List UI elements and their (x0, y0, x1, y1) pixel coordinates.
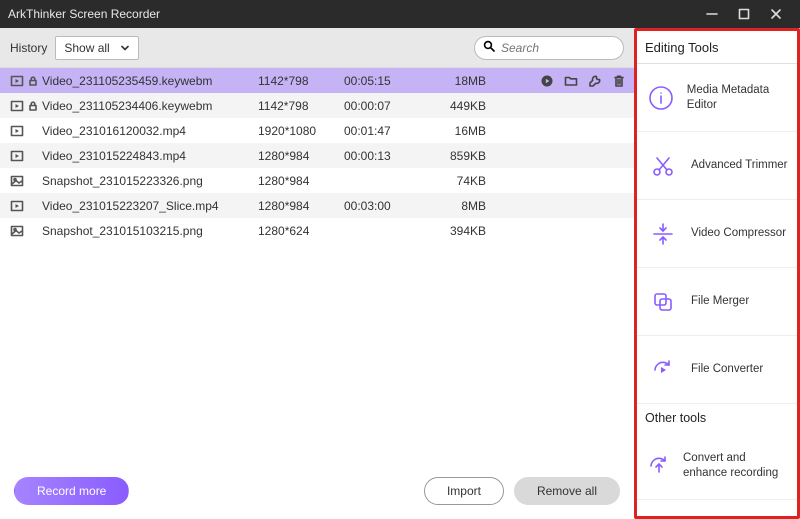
file-row[interactable]: Video_231105235459.keywebm1142*79800:05:… (0, 68, 634, 93)
lock-icon (26, 76, 40, 86)
enhance-icon (645, 448, 673, 484)
file-name: Snapshot_231015103215.png (40, 224, 258, 238)
video-icon (8, 74, 26, 88)
delete-icon[interactable] (612, 74, 626, 88)
toolbar: History Show all (0, 28, 634, 68)
file-resolution: 1280*624 (258, 224, 344, 238)
scissors-icon (645, 148, 681, 184)
video-icon (8, 99, 26, 113)
file-size: 8MB (424, 199, 496, 213)
file-row[interactable]: Video_231105234406.keywebm1142*79800:00:… (0, 93, 634, 118)
import-button[interactable]: Import (424, 477, 504, 505)
file-resolution: 1920*1080 (258, 124, 344, 138)
file-resolution: 1280*984 (258, 174, 344, 188)
file-row[interactable]: Video_231015223207_Slice.mp41280*98400:0… (0, 193, 634, 218)
tool-label: File Merger (691, 294, 749, 308)
file-duration: 00:00:07 (344, 99, 424, 113)
tool-label: Advanced Trimmer (691, 158, 788, 172)
editing-tools-header: Editing Tools (637, 31, 797, 64)
tool-info[interactable]: Media Metadata Editor (637, 64, 797, 132)
tool-label: Video Compressor (691, 226, 786, 240)
tool-merge[interactable]: File Merger (637, 268, 797, 336)
file-size: 16MB (424, 124, 496, 138)
tool-compress[interactable]: Video Compressor (637, 200, 797, 268)
file-row[interactable]: Snapshot_231015223326.png1280*984 74KB (0, 168, 634, 193)
tool-label: Convert and enhance recording (683, 451, 789, 480)
image-icon (8, 174, 26, 188)
file-list: Video_231105235459.keywebm1142*79800:05:… (0, 68, 634, 463)
video-icon (8, 199, 26, 213)
tools-sidebar: Editing Tools Media Metadata Editor Advan… (634, 28, 800, 519)
footer: Record more Import Remove all (0, 463, 634, 519)
convert-icon (645, 352, 681, 388)
file-resolution: 1142*798 (258, 99, 344, 113)
filter-value: Show all (64, 41, 109, 55)
file-row[interactable]: Video_231016120032.mp41920*108000:01:471… (0, 118, 634, 143)
compress-icon (645, 216, 681, 252)
file-resolution: 1280*984 (258, 199, 344, 213)
file-size: 859KB (424, 149, 496, 163)
file-size: 18MB (424, 74, 496, 88)
minimize-button[interactable] (696, 0, 728, 28)
file-size: 394KB (424, 224, 496, 238)
video-icon (8, 149, 26, 163)
image-icon (8, 224, 26, 238)
tool-scissors[interactable]: Advanced Trimmer (637, 132, 797, 200)
history-label: History (10, 41, 47, 55)
merge-icon (645, 284, 681, 320)
file-duration: 00:05:15 (344, 74, 424, 88)
search-input[interactable] (501, 41, 615, 55)
file-name: Video_231016120032.mp4 (40, 124, 258, 138)
file-size: 449KB (424, 99, 496, 113)
file-name: Snapshot_231015223326.png (40, 174, 258, 188)
close-button[interactable] (760, 0, 792, 28)
file-name: Video_231105235459.keywebm (40, 74, 258, 88)
search-icon (483, 39, 495, 57)
file-row[interactable]: Snapshot_231015103215.png1280*624 394KB (0, 218, 634, 243)
video-icon (8, 124, 26, 138)
info-icon (645, 80, 677, 116)
play-icon[interactable] (540, 74, 554, 88)
main-panel: History Show all Video_231105235459.keyw… (0, 28, 634, 519)
remove-all-button[interactable]: Remove all (514, 477, 620, 505)
file-size: 74KB (424, 174, 496, 188)
other-tool-enhance[interactable]: Convert and enhance recording (637, 432, 797, 500)
file-resolution: 1280*984 (258, 149, 344, 163)
search-box[interactable] (474, 36, 624, 60)
file-duration: 00:03:00 (344, 199, 424, 213)
titlebar: ArkThinker Screen Recorder (0, 0, 800, 28)
lock-icon (26, 101, 40, 111)
file-row[interactable]: Video_231015224843.mp41280*98400:00:1385… (0, 143, 634, 168)
filter-dropdown[interactable]: Show all (55, 36, 139, 60)
file-name: Video_231015223207_Slice.mp4 (40, 199, 258, 213)
maximize-button[interactable] (728, 0, 760, 28)
file-name: Video_231105234406.keywebm (40, 99, 258, 113)
tools-icon[interactable] (588, 74, 602, 88)
tool-label: Media Metadata Editor (687, 83, 789, 112)
file-duration: 00:00:13 (344, 149, 424, 163)
chevron-down-icon (120, 43, 130, 53)
file-duration: 00:01:47 (344, 124, 424, 138)
file-name: Video_231015224843.mp4 (40, 149, 258, 163)
app-title: ArkThinker Screen Recorder (8, 7, 160, 21)
tool-label: File Converter (691, 362, 763, 376)
record-more-button[interactable]: Record more (14, 477, 129, 505)
file-resolution: 1142*798 (258, 74, 344, 88)
tool-convert[interactable]: File Converter (637, 336, 797, 404)
folder-icon[interactable] (564, 74, 578, 88)
other-tools-header: Other tools (637, 404, 797, 432)
